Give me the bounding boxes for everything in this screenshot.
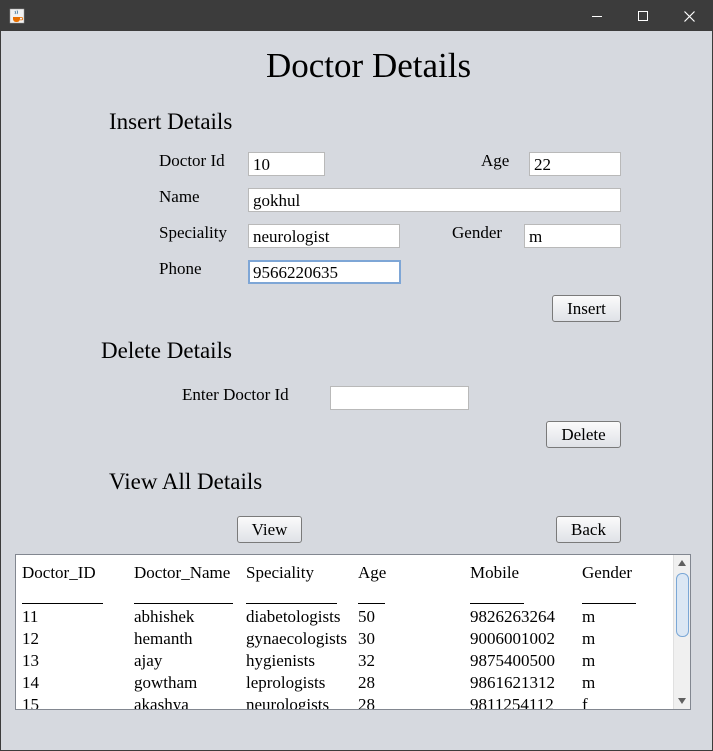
mobile-cell: 9826263264 [470, 607, 555, 626]
app-window: Doctor Details Insert Details Doctor Id … [0, 0, 713, 751]
doctor-id-field[interactable] [248, 152, 325, 176]
minimize-icon [592, 16, 602, 17]
doctor-id-cell: 13 [22, 651, 39, 670]
age-label: Age [481, 151, 510, 170]
name-field[interactable] [248, 188, 621, 212]
close-icon [683, 10, 695, 22]
gender-cell: m [582, 673, 596, 692]
doctor-name-cell: akashya [134, 695, 189, 710]
gender-cell: m [582, 651, 596, 670]
delete-doctor-id-field[interactable] [330, 386, 469, 410]
speciality-label: Speciality [159, 223, 227, 242]
doctor-name-cell: abhishek [134, 607, 195, 626]
age-cell: 50 [358, 607, 375, 626]
title-bar[interactable] [1, 1, 712, 31]
insert-section-heading: Insert Details [109, 109, 233, 134]
scroll-down-arrow-icon[interactable] [674, 693, 690, 709]
mobile-cell: 9811254112 [470, 695, 554, 710]
gender-cell: m [582, 607, 596, 626]
age-cell: 28 [358, 695, 375, 710]
maximize-icon [638, 11, 648, 21]
name-label: Name [159, 187, 200, 206]
enter-doctor-id-label: Enter Doctor Id [182, 385, 289, 404]
doctor-table[interactable]: Doctor_ID Doctor_Name Speciality Age Mob… [15, 554, 691, 710]
table-row[interactable]: 15 akashya neurologists 28 9811254112 f [16, 695, 676, 710]
gender-cell: f [582, 695, 588, 710]
doctor-name-cell: hemanth [134, 629, 193, 648]
column-header: Doctor_ID [22, 563, 96, 582]
table-row[interactable]: 14 gowtham leprologists 28 9861621312 m [16, 673, 676, 695]
minimize-button[interactable] [574, 1, 620, 31]
delete-button[interactable]: Delete [546, 421, 621, 448]
page-title: Doctor Details [266, 46, 472, 85]
doctor-id-label: Doctor Id [159, 151, 225, 170]
java-cup-icon [9, 8, 25, 24]
doctor-id-cell: 12 [22, 629, 39, 648]
table-header: Doctor_ID Doctor_Name Speciality Age Mob… [16, 555, 676, 607]
speciality-cell: gynaecologists [246, 629, 348, 648]
speciality-field[interactable] [248, 224, 400, 248]
gender-field[interactable] [524, 224, 621, 248]
phone-field[interactable] [248, 260, 401, 284]
column-header: Mobile [470, 563, 520, 582]
mobile-cell: 9006001002 [470, 629, 555, 648]
column-header: Doctor_Name [134, 563, 231, 582]
scrollbar-thumb[interactable] [676, 573, 689, 637]
maximize-button[interactable] [620, 1, 666, 31]
header-underline [134, 603, 233, 604]
column-header: Age [358, 563, 387, 582]
doctor-id-cell: 14 [22, 673, 39, 692]
mobile-cell: 9861621312 [470, 673, 555, 692]
doctor-name-cell: gowtham [134, 673, 198, 692]
age-cell: 32 [358, 651, 375, 670]
speciality-cell: neurologists [246, 695, 330, 710]
delete-section-heading: Delete Details [101, 338, 232, 363]
close-button[interactable] [666, 1, 712, 31]
doctor-id-cell: 15 [22, 695, 39, 710]
insert-button[interactable]: Insert [552, 295, 621, 322]
age-cell: 30 [358, 629, 375, 648]
main-content: Doctor Details Insert Details Doctor Id … [1, 31, 712, 750]
gender-cell: m [582, 629, 596, 648]
header-underline [246, 603, 337, 604]
table-row[interactable]: 11 abhishek diabetologists 50 9826263264… [16, 607, 676, 629]
column-header: Gender [582, 563, 633, 582]
age-field[interactable] [529, 152, 621, 176]
table-row[interactable]: 12 hemanth gynaecologists 30 9006001002 … [16, 629, 676, 651]
speciality-cell: diabetologists [246, 607, 341, 626]
view-section-heading: View All Details [109, 469, 263, 494]
phone-label: Phone [159, 259, 202, 278]
age-cell: 28 [358, 673, 375, 692]
doctor-id-cell: 11 [22, 607, 39, 626]
table-scrollbar[interactable] [673, 555, 690, 709]
header-underline [22, 603, 103, 604]
column-header: Speciality [246, 563, 314, 582]
header-underline [582, 603, 636, 604]
back-button[interactable]: Back [556, 516, 621, 543]
mobile-cell: 9875400500 [470, 651, 555, 670]
speciality-cell: hygienists [246, 651, 315, 670]
header-underline [358, 603, 385, 604]
gender-label: Gender [452, 223, 503, 242]
header-underline [470, 603, 524, 604]
scroll-up-arrow-icon[interactable] [674, 555, 690, 571]
speciality-cell: leprologists [246, 673, 326, 692]
table-row[interactable]: 13 ajay hygienists 32 9875400500 m [16, 651, 676, 673]
view-button[interactable]: View [237, 516, 302, 543]
doctor-name-cell: ajay [134, 651, 163, 670]
